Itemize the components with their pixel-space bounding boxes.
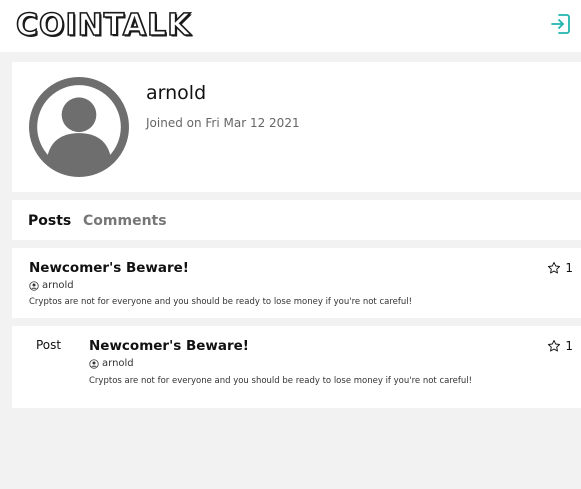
profile-tabs: Posts Comments (12, 200, 581, 240)
star-icon (548, 261, 561, 274)
post-author: arnold (29, 280, 74, 291)
activity-post-body: Cryptos are not for everyone and you sho… (89, 376, 473, 386)
profile-card: arnold Joined on Fri Mar 12 2021 (12, 62, 581, 192)
profile-joined-date: Joined on Fri Mar 12 2021 (146, 116, 300, 130)
user-avatar-icon (29, 77, 129, 177)
activity-post-title[interactable]: Newcomer's Beware! (89, 338, 249, 354)
user-circle-icon (89, 358, 99, 369)
post-star-count: 1 (565, 261, 573, 275)
activity-star-button[interactable]: 1 (547, 339, 573, 353)
post-card[interactable]: Newcomer's Beware! arnold Cryptos are no… (12, 248, 581, 318)
activity-post-author-name[interactable]: arnold (102, 358, 134, 369)
activity-post-author: arnold (89, 358, 134, 369)
profile-username: arnold (146, 82, 207, 104)
tab-posts[interactable]: Posts (28, 213, 71, 229)
logout-icon[interactable] (549, 12, 573, 36)
user-circle-icon (29, 280, 39, 291)
post-star-button[interactable]: 1 (547, 261, 573, 275)
activity-card[interactable]: Post Newcomer's Beware! arnold Cryptos a… (12, 326, 581, 408)
post-author-name[interactable]: arnold (42, 280, 74, 291)
app-header: COINTALK (0, 0, 581, 52)
tab-comments[interactable]: Comments (83, 213, 167, 229)
app-logo[interactable]: COINTALK (15, 7, 192, 44)
post-body: Cryptos are not for everyone and you sho… (29, 297, 413, 307)
activity-type-label: Post (36, 338, 62, 352)
activity-star-count: 1 (565, 339, 573, 353)
star-icon (548, 339, 561, 352)
post-title[interactable]: Newcomer's Beware! (29, 260, 189, 276)
